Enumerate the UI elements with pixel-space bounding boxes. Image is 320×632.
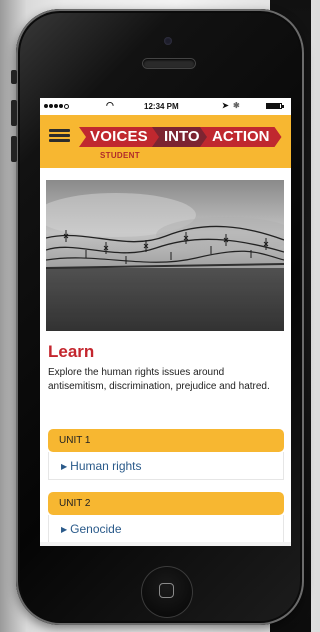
- earpiece-speaker: [143, 59, 195, 68]
- hamburger-menu-icon[interactable]: [49, 129, 70, 142]
- battery-fill: [267, 104, 281, 108]
- status-time: 12:34 PM: [144, 102, 179, 111]
- battery-icon: [266, 103, 284, 109]
- learn-description: Explore the human rights issues around a…: [48, 367, 270, 392]
- hero-image: [46, 180, 284, 331]
- status-bar: ◠ 12:34 PM ➤ ✱: [40, 98, 291, 115]
- barbed-wire-photo: [46, 180, 284, 331]
- unit-2-body: ▶ Genocide: [48, 515, 284, 543]
- unit-2-link-label: Genocide: [70, 522, 122, 536]
- unit-1-header[interactable]: UNIT 1: [48, 429, 284, 452]
- home-square-icon: [159, 583, 174, 598]
- volume-down-button: [11, 136, 17, 162]
- mute-switch: [11, 70, 17, 84]
- unit-1-link-label: Human rights: [70, 459, 142, 473]
- learn-title: Learn: [48, 342, 95, 361]
- unit-2-link[interactable]: ▶ Genocide: [61, 522, 122, 536]
- location-arrow-icon: ➤: [222, 101, 229, 110]
- signal-dots-icon: [44, 104, 69, 109]
- brand-subtitle: STUDENT: [100, 151, 140, 160]
- brand-voices: VOICES: [79, 127, 160, 147]
- front-camera: [164, 37, 172, 45]
- unit-1-body: ▶ Human rights: [48, 452, 284, 480]
- phone-screen: ◠ 12:34 PM ➤ ✱ VOICES INTO ACTION STUDEN…: [40, 98, 291, 546]
- caret-right-icon: ▶: [61, 462, 68, 471]
- screen-bottom-edge: [40, 542, 291, 546]
- bluetooth-icon: ✱: [233, 101, 240, 110]
- caret-right-icon: ▶: [61, 525, 68, 534]
- unit-2-header[interactable]: UNIT 2: [48, 492, 284, 515]
- brand-action: ACTION: [200, 127, 282, 147]
- wifi-icon: ◠: [106, 100, 114, 110]
- app-header: VOICES INTO ACTION STUDENT: [40, 115, 291, 168]
- volume-up-button: [11, 100, 17, 126]
- unit-1-link[interactable]: ▶ Human rights: [61, 459, 142, 473]
